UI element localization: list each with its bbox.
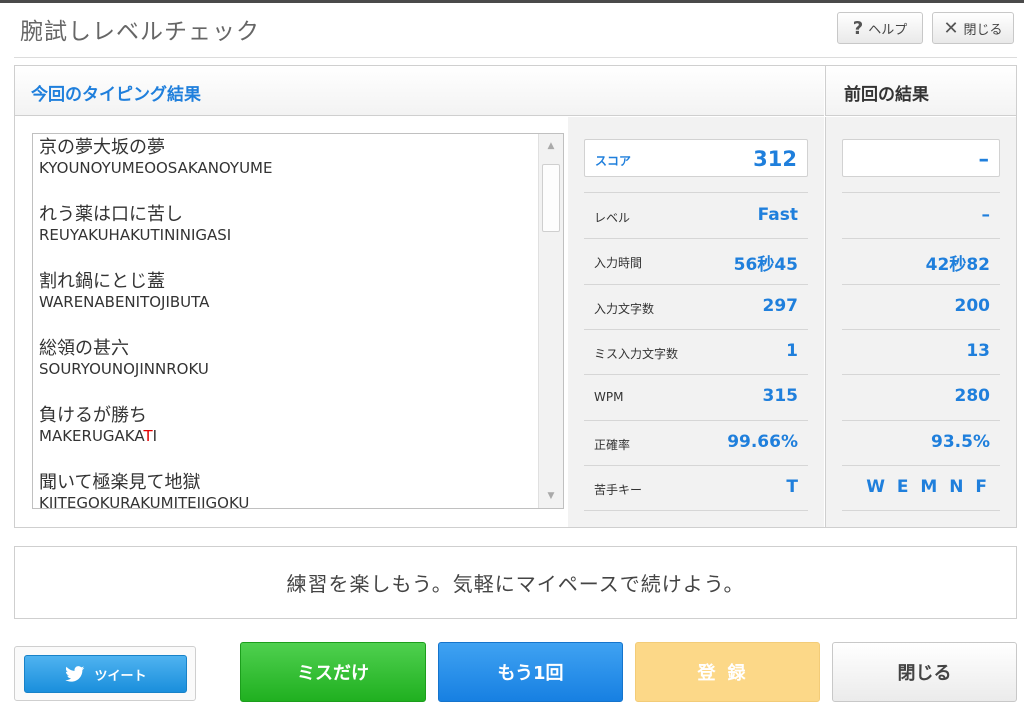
encouragement-message-box: 練習を楽しもう。気軽にマイペースで続けよう。	[14, 546, 1017, 619]
time-label: 入力時間	[594, 256, 643, 270]
scroll-up-arrow-icon[interactable]: ▲	[539, 134, 563, 158]
proverb-romaji: KIITEGOKURAKUMITEJIGOKU	[39, 494, 250, 509]
previous-results-title: 前回の結果	[844, 85, 929, 105]
current-chars-row: 入力文字数 297	[584, 285, 808, 330]
close-button[interactable]: 閉じる	[832, 642, 1017, 702]
miss-only-button[interactable]: ミスだけ	[240, 642, 426, 702]
proverb-japanese: 割れ鍋にとじ蓋	[39, 271, 165, 292]
accuracy-label: 正確率	[594, 438, 631, 452]
list-item: 割れ鍋にとじ蓋 WARENABENITOJIBUTA	[39, 268, 531, 335]
current-accuracy-value: 99.66%	[727, 432, 798, 452]
weak-keys-label: 苦手キー	[594, 483, 643, 497]
current-weak-keys-value: T	[786, 477, 798, 497]
results-panel: 今回のタイピング結果 前回の結果 京の夢大坂の夢 KYOUNOYUMEOOSAK…	[14, 65, 1017, 528]
current-wpm-row: WPM 315	[584, 375, 808, 421]
previous-time-value: 42秒82	[925, 255, 990, 275]
proverb-japanese: 総領の甚六	[39, 338, 129, 359]
page-title: 腕試しレベルチェック	[20, 19, 260, 45]
proverb-romaji: KYOUNOYUMEOOSAKANOYUME	[39, 159, 273, 177]
current-miss-row: ミス入力文字数 1	[584, 330, 808, 375]
retry-button[interactable]: もう1回	[438, 642, 623, 702]
current-miss-value: 1	[786, 341, 798, 361]
romaji-correct-part: MAKERUGAKA	[39, 427, 144, 445]
previous-chars-row: 200	[842, 285, 1000, 330]
current-results-header: 今回のタイピング結果	[15, 66, 824, 116]
current-level-value: Fast	[757, 205, 798, 225]
proverb-romaji: REUYAKUHAKUTININIGASI	[39, 226, 232, 244]
current-level-row: レベル Fast	[584, 192, 808, 239]
previous-chars-value: 200	[954, 296, 991, 316]
current-wpm-value: 315	[762, 386, 799, 406]
current-score-value: 312	[753, 147, 797, 171]
scroll-down-arrow-icon[interactable]: ▼	[539, 484, 563, 508]
current-score-row: スコア 312	[584, 139, 808, 177]
close-icon: ✕	[943, 17, 959, 39]
current-accuracy-row: 正確率 99.66%	[584, 421, 808, 466]
close-top-button[interactable]: ✕ 閉じる	[932, 12, 1014, 44]
previous-miss-value: 13	[966, 341, 990, 361]
list-item: 負けるが勝ち MAKERUGAKATI	[39, 402, 531, 469]
romaji-correct-part: I	[152, 427, 158, 445]
previous-accuracy-row: 93.5%	[842, 421, 1000, 466]
current-time-value: 56秒45	[733, 255, 798, 275]
proverb-romaji: WARENABENITOJIBUTA	[39, 293, 210, 311]
close-top-button-label: 閉じる	[963, 22, 1003, 38]
proverb-list-content: 京の夢大坂の夢 KYOUNOYUMEOOSAKANOYUME れう薬は口に苦し …	[33, 134, 531, 509]
previous-level-row: –	[842, 192, 1000, 239]
previous-wpm-row: 280	[842, 375, 1000, 421]
proverb-japanese: 負けるが勝ち	[39, 405, 147, 426]
list-item: 総領の甚六 SOURYOUNOJINNROKU	[39, 335, 531, 402]
previous-accuracy-value: 93.5%	[931, 432, 990, 452]
tweet-button[interactable]: ツイート	[24, 655, 187, 693]
tweet-button-label: ツイート	[94, 668, 147, 684]
previous-stats-column: – – 42秒82 200 13 280 93.5% W E M N F	[825, 117, 1016, 527]
level-label: レベル	[594, 211, 631, 225]
proverb-romaji: SOURYOUNOJINNROKU	[39, 360, 209, 378]
romaji-error-char: T	[143, 427, 153, 445]
proverb-japanese: 京の夢大坂の夢	[39, 137, 165, 158]
list-item: 京の夢大坂の夢 KYOUNOYUMEOOSAKANOYUME	[39, 134, 531, 201]
proverb-romaji: MAKERUGAKATI	[39, 427, 531, 445]
previous-time-row: 42秒82	[842, 239, 1000, 285]
previous-level-value: –	[981, 205, 991, 225]
help-button[interactable]: ? ヘルプ	[837, 12, 923, 44]
current-stats-column: スコア 312 レベル Fast 入力時間 56秒45 入力文字数 297 ミス…	[568, 117, 824, 527]
help-button-label: ヘルプ	[868, 22, 908, 38]
current-chars-value: 297	[762, 296, 799, 316]
header-divider	[14, 57, 1017, 58]
previous-miss-row: 13	[842, 330, 1000, 375]
previous-wpm-value: 280	[954, 386, 991, 406]
wpm-label: WPM	[594, 390, 624, 404]
proverb-list[interactable]: 京の夢大坂の夢 KYOUNOYUMEOOSAKANOYUME れう薬は口に苦し …	[32, 133, 564, 509]
encouragement-message: 練習を楽しもう。気軽にマイペースで続けよう。	[286, 572, 745, 596]
vertical-scrollbar[interactable]: ▲ ▼	[538, 134, 563, 508]
previous-results-header: 前回の結果	[825, 66, 1016, 116]
score-label: スコア	[595, 154, 632, 168]
register-button[interactable]: 登録	[635, 642, 820, 702]
current-time-row: 入力時間 56秒45	[584, 239, 808, 285]
current-weak-keys-row: 苦手キー T	[584, 466, 808, 511]
miss-label: ミス入力文字数	[594, 347, 679, 361]
proverb-japanese: れう薬は口に苦し	[39, 204, 183, 225]
list-item: 聞いて極楽見て地獄 KIITEGOKURAKUMITEJIGOKU	[39, 469, 531, 509]
previous-weak-keys-row: W E M N F	[842, 466, 1000, 511]
chars-label: 入力文字数	[594, 302, 655, 316]
previous-score-value: –	[978, 147, 990, 171]
help-icon: ?	[852, 17, 864, 39]
top-border	[0, 0, 1024, 3]
twitter-bird-icon	[65, 666, 85, 682]
tweet-button-frame: ツイート	[14, 646, 196, 701]
previous-weak-keys-value: W E M N F	[866, 477, 990, 497]
proverb-japanese: 聞いて極楽見て地獄	[39, 472, 201, 493]
previous-score-row: –	[842, 139, 1000, 177]
list-item: れう薬は口に苦し REUYAKUHAKUTININIGASI	[39, 201, 531, 268]
scroll-thumb[interactable]	[542, 164, 560, 232]
current-results-title: 今回のタイピング結果	[31, 85, 201, 105]
